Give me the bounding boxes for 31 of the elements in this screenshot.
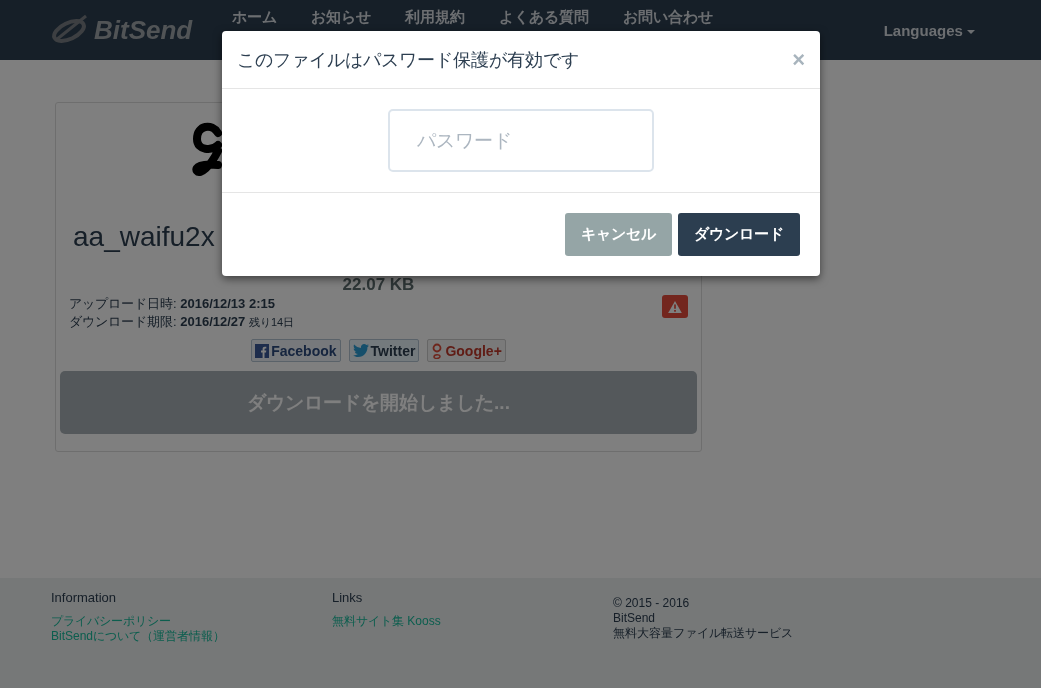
- password-field[interactable]: パスワード: [388, 109, 654, 172]
- share-button[interactable]: Facebook: [251, 339, 341, 362]
- footer-text: BitSend: [613, 611, 656, 626]
- expiry-date: ダウンロード期限: 2016/12/27 残り14日: [69, 313, 295, 331]
- share-button[interactable]: Google+: [427, 339, 506, 362]
- nav-link[interactable]: お知らせ: [311, 7, 371, 27]
- footer-heading: Links: [332, 590, 363, 605]
- close-button[interactable]: ×: [792, 46, 805, 73]
- bird-icon: [352, 344, 369, 357]
- cancel-button[interactable]: キャンセル: [565, 213, 672, 256]
- nav-link[interactable]: よくある質問: [499, 7, 589, 27]
- languages-dropdown[interactable]: Languages: [883, 21, 975, 39]
- brand-link[interactable]: BitSend: [50, 14, 232, 46]
- footer-link[interactable]: プライバシーポリシー: [51, 614, 171, 629]
- footer-heading: Information: [51, 590, 117, 605]
- download-button[interactable]: ダウンロード: [678, 213, 800, 256]
- upload-date: アップロード日時: 2016/12/13 2:15: [69, 295, 276, 313]
- dialog-title: このファイルはパスワード保護が有効です: [237, 48, 579, 72]
- share-button[interactable]: Twitter: [348, 339, 420, 362]
- file-name: aa_waifu2x: [73, 221, 215, 253]
- footer-link[interactable]: BitSendについて（運営者情報）: [51, 629, 226, 644]
- footer-text: 無料大容量ファイル転送サービス: [613, 626, 793, 641]
- nav-link[interactable]: 利用規約: [405, 7, 465, 27]
- nav-link[interactable]: お問い合わせ: [623, 7, 713, 27]
- report-button[interactable]: [662, 295, 688, 318]
- footer-text: © 2015 - 2016: [613, 596, 690, 611]
- facebook-icon: [255, 343, 270, 358]
- file-size: 22.07 KB: [342, 275, 415, 295]
- warning-icon: [668, 300, 682, 313]
- nav-link[interactable]: ホーム: [232, 7, 277, 27]
- footer-link[interactable]: 無料サイト集 Kooss: [332, 614, 441, 629]
